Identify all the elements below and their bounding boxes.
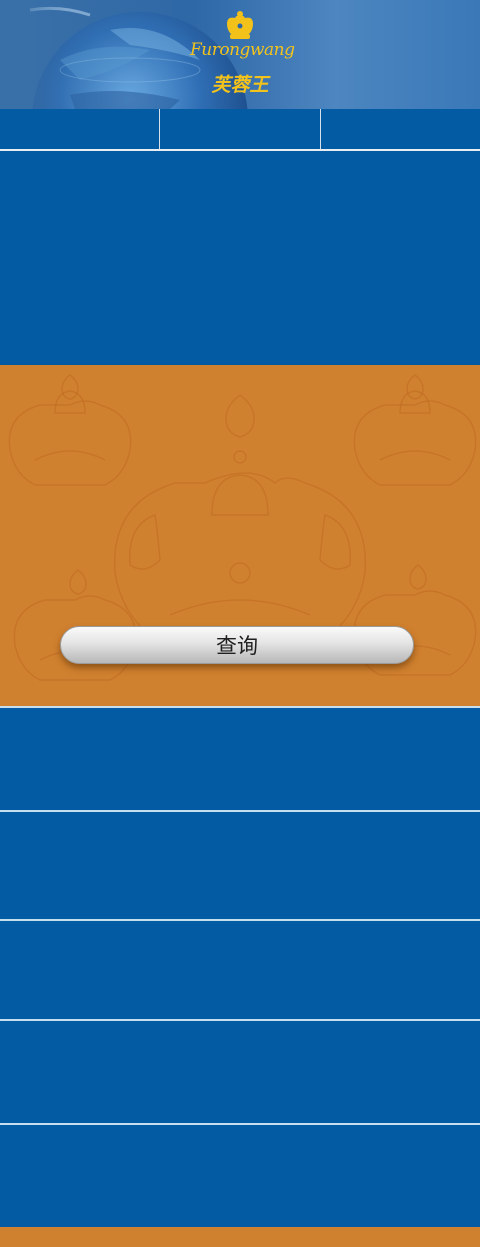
list-item[interactable] — [0, 1123, 480, 1227]
nav-bar — [0, 109, 480, 151]
footer-strip — [0, 1227, 480, 1247]
brand-latin-text: Furongwang — [190, 40, 295, 60]
nav-tab-2[interactable] — [159, 109, 319, 149]
brand-chinese-text: 芙蓉王 — [211, 74, 269, 96]
crown-icon — [227, 11, 253, 39]
nav-tab-1[interactable] — [0, 109, 159, 149]
header-banner: Furongwang 芙蓉王 — [0, 0, 480, 109]
list-item[interactable] — [0, 706, 480, 810]
query-button[interactable]: 查询 — [60, 626, 414, 664]
content-panel — [0, 151, 480, 365]
list-item[interactable] — [0, 810, 480, 919]
query-panel: 查询 — [0, 365, 480, 706]
list-item[interactable] — [0, 919, 480, 1019]
brand-logo: Furongwang 芙蓉王 — [190, 8, 295, 98]
result-list — [0, 706, 480, 1227]
nav-tab-3[interactable] — [319, 109, 480, 149]
list-item[interactable] — [0, 1019, 480, 1123]
